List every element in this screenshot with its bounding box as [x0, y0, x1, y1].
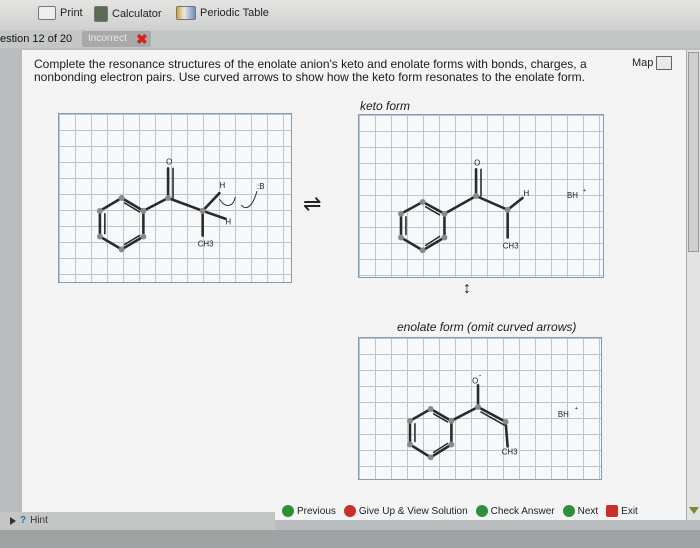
hint-icon: ?	[20, 515, 27, 526]
hint-label: Hint	[30, 515, 48, 526]
vertical-scrollbar[interactable]	[686, 50, 700, 520]
previous-icon	[282, 505, 294, 517]
map-label: Map	[632, 57, 654, 69]
enolate-ch3-label: CH3	[502, 447, 518, 456]
check-icon	[475, 505, 488, 517]
top-toolbar: Print Calculator Periodic Table	[0, 0, 700, 30]
keto-molecule-left: O H H :B CH3	[96, 157, 264, 253]
right-ch3-label: CH3	[503, 241, 519, 250]
periodic-table-button[interactable]: Periodic Table	[176, 6, 269, 20]
instructions-line-2: nonbonding electron pairs. Use curved ar…	[34, 70, 585, 84]
calculator-button[interactable]: Calculator	[94, 6, 162, 22]
enolate-drawing-area[interactable]: O - BH + CH3	[358, 337, 602, 480]
keto-molecule-right: O H BH + CH3	[398, 158, 587, 254]
incorrect-x-icon: ✖	[136, 31, 148, 47]
map-icon	[656, 56, 673, 70]
map-button[interactable]: Map	[632, 56, 673, 70]
give-up-label: Give Up & View Solution	[358, 505, 468, 517]
check-answer-label: Check Answer	[490, 505, 555, 517]
question-number: estion 12 of 20	[0, 33, 73, 45]
left-ch3-label: CH3	[198, 239, 214, 248]
check-answer-button[interactable]: Check Answer	[475, 505, 555, 517]
keto-drawing-area-left[interactable]: O H H :B CH3	[58, 113, 292, 283]
next-label: Next	[577, 505, 599, 517]
question-bar: estion 12 of 20 Incorrect ✖	[0, 30, 700, 48]
left-h-lower-label: H	[225, 218, 231, 227]
left-base-label: :B	[257, 182, 264, 191]
enolate-bh-label: BH	[558, 410, 569, 419]
enolate-form-label: enolate form (omit curved arrows)	[397, 320, 577, 334]
exit-icon	[606, 505, 619, 517]
equilibrium-arrows-icon: ⇌	[303, 191, 322, 216]
print-label: Print	[60, 7, 83, 19]
exit-button[interactable]: Exit	[606, 505, 638, 517]
periodic-table-label: Periodic Table	[200, 7, 269, 19]
next-icon	[562, 505, 575, 517]
give-up-icon	[343, 505, 356, 517]
left-oxygen-label: O	[166, 157, 172, 166]
resonance-arrow-icon: ↕	[463, 280, 471, 297]
left-h-top-label: H	[219, 181, 225, 190]
right-h-label: H	[523, 189, 529, 198]
scrollbar-thumb[interactable]	[688, 52, 699, 252]
print-icon	[38, 6, 56, 20]
print-button[interactable]: Print	[38, 6, 83, 20]
previous-label: Previous	[297, 505, 336, 517]
question-instructions: Complete the resonance structures of the…	[34, 58, 644, 84]
right-bh-label: BH	[567, 191, 578, 200]
calculator-label: Calculator	[112, 8, 162, 20]
next-button[interactable]: Next	[562, 505, 599, 517]
right-bh-charge: +	[583, 188, 587, 194]
enolate-molecule: O - BH + CH3	[407, 372, 579, 461]
right-oxygen-label: O	[474, 158, 480, 167]
enolate-bh-charge: +	[575, 406, 579, 412]
previous-button[interactable]: Previous	[282, 505, 336, 517]
enolate-oxygen-label: O	[472, 376, 478, 385]
hint-button[interactable]: ? Hint	[0, 512, 275, 530]
give-up-button[interactable]: Give Up & View Solution	[343, 505, 468, 517]
action-bar: Previous Give Up & View Solution Check A…	[282, 505, 638, 517]
calculator-icon	[94, 6, 108, 22]
exit-label: Exit	[621, 505, 638, 517]
scroll-down-icon[interactable]	[689, 507, 699, 514]
keto-form-label: keto form	[360, 99, 411, 113]
keto-drawing-area-right[interactable]: O H BH + CH3	[358, 114, 604, 278]
bottom-edge	[0, 530, 700, 548]
expand-triangle-icon	[10, 517, 16, 525]
periodic-table-icon	[176, 6, 196, 20]
enolate-oxygen-charge: -	[479, 372, 481, 379]
